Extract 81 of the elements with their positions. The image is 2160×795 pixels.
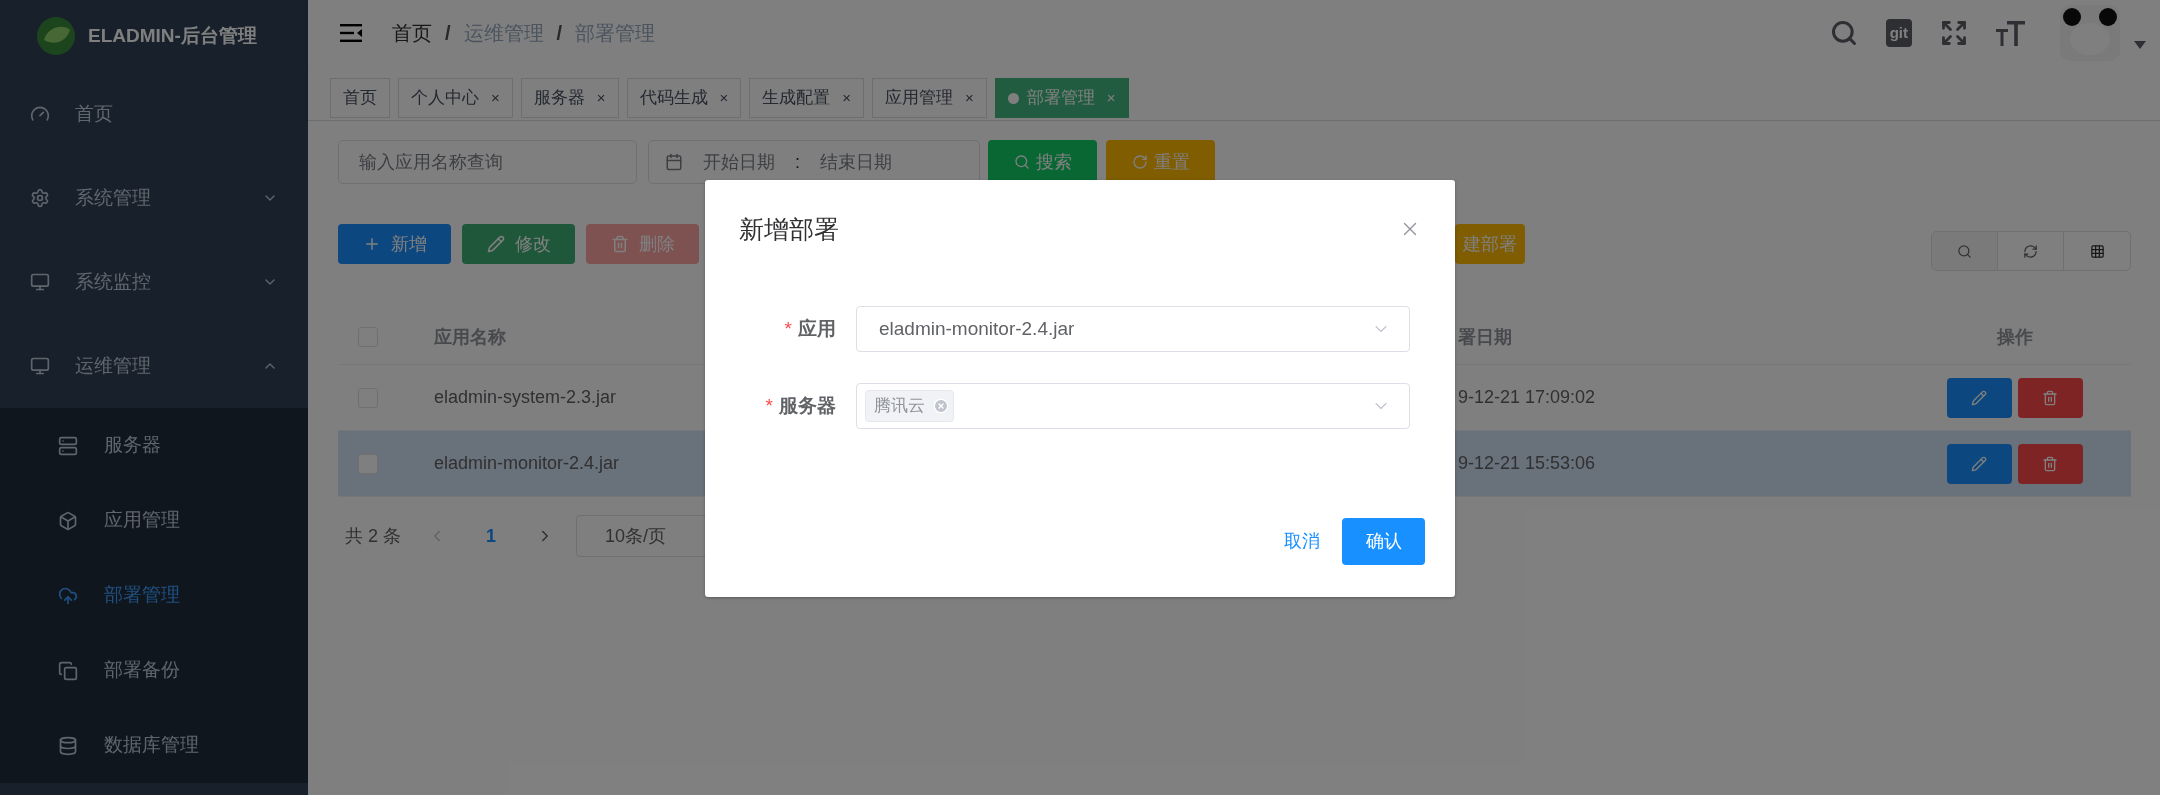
grid-icon [2089, 243, 2105, 259]
calendar-icon [665, 153, 683, 171]
submenu-item[interactable]: 应用管理 [0, 483, 308, 558]
fullscreen-icon[interactable] [1940, 19, 1968, 47]
menu-item[interactable]: 首页 [0, 72, 308, 156]
total-count: 共 2 条 [345, 524, 401, 548]
selected-tag: 腾讯云 [865, 390, 954, 422]
menu-item[interactable]: 运维管理 [0, 324, 308, 408]
logo-icon [36, 16, 76, 56]
copy-icon [58, 660, 78, 681]
logo-text: ELADMIN-后台管理 [88, 23, 257, 48]
close-tag-icon[interactable]: × [596, 86, 606, 110]
search-field[interactable]: 输入应用名称查询 [338, 140, 637, 184]
menu-icon[interactable] [340, 23, 364, 43]
search-icon [1957, 243, 1972, 259]
tag-tab[interactable]: 部署管理 × [994, 78, 1129, 118]
font-size-icon[interactable] [1996, 19, 2026, 47]
remove-tag-icon[interactable] [933, 398, 949, 414]
search-toggle-button[interactable] [1932, 232, 1998, 270]
field-label: 应用 [798, 317, 836, 339]
submenu-item[interactable]: 部署管理 [0, 558, 308, 633]
server-icon [58, 435, 78, 456]
select-field[interactable]: eladmin-monitor-2.4.jar [856, 306, 1410, 352]
database-icon [58, 735, 78, 756]
cancel-button[interactable]: 取消 [1282, 528, 1322, 555]
pencil-icon [1971, 389, 1987, 406]
git-badge[interactable]: git [1885, 19, 1912, 47]
monitor-icon [30, 356, 50, 376]
table-cell: eladmin-system-2.3.jar [434, 387, 617, 407]
submenu-item[interactable]: 服务器 [0, 408, 308, 483]
submenu-item[interactable]: 部署备份 [0, 633, 308, 708]
multi-select-field[interactable]: 腾讯云 [856, 383, 1410, 429]
dialog-title: 新增部署 [739, 214, 839, 244]
menu-item[interactable]: 系统管理 [0, 156, 308, 240]
table-cell: eladmin-monitor-2.4.jar [434, 453, 620, 473]
search-icon [1013, 154, 1030, 170]
add-button[interactable]: 新增 [338, 224, 451, 264]
required-mark: * [784, 317, 792, 339]
end-date-placeholder: 结束日期 [820, 150, 892, 174]
pencil-icon [1971, 455, 1987, 472]
trash-icon [610, 235, 629, 253]
breadcrumb-item[interactable]: 首页 [392, 18, 432, 48]
date-separator: : [795, 150, 800, 174]
submenu-item[interactable]: 数据库管理 [0, 708, 308, 783]
menu-item[interactable]: 系统监控 [0, 240, 308, 324]
table-cell: 9-12-21 15:53:06 [1458, 453, 1596, 473]
delete-row-button[interactable] [2017, 377, 2083, 418]
tag-tab[interactable]: 首页 [330, 78, 390, 118]
trash-icon [2042, 389, 2058, 406]
confirm-button[interactable]: 确认 [1342, 518, 1425, 565]
close-tag-icon[interactable]: × [1106, 86, 1116, 110]
close-tag-icon[interactable]: × [965, 86, 974, 110]
refresh-icon [2023, 243, 2038, 259]
edit-row-button[interactable] [1946, 443, 2012, 484]
table-cell: 9-12-21 17:09:02 [1458, 387, 1596, 407]
box-icon [58, 510, 78, 531]
gear-icon [30, 188, 50, 208]
monitor-icon [30, 272, 50, 292]
edit-row-button[interactable] [1946, 377, 2012, 418]
cloud-upload-icon [58, 585, 78, 606]
caret-icon[interactable] [2134, 41, 2146, 49]
trash-icon [2042, 455, 2058, 472]
tag-tab[interactable]: 应用管理 × [872, 78, 987, 118]
start-date-placeholder: 开始日期 [703, 150, 775, 174]
reset-icon [1131, 154, 1148, 170]
delete-row-button[interactable] [2017, 443, 2083, 484]
close-tag-icon[interactable]: × [491, 86, 500, 110]
tag-tab[interactable]: 代码生成 × [626, 78, 742, 118]
required-mark: * [765, 394, 773, 416]
page-number[interactable]: 1 [486, 522, 497, 550]
tag-tab[interactable]: 生成配置 × [749, 78, 865, 118]
field-label: 服务器 [779, 394, 836, 416]
breadcrumb-separator: / [445, 21, 451, 46]
search-icon[interactable] [1829, 19, 1858, 47]
tag-tab[interactable]: 个人中心 × [398, 78, 513, 118]
gauge-icon [30, 104, 50, 124]
close-tag-icon[interactable]: × [719, 86, 729, 110]
close-tag-icon[interactable]: × [842, 86, 852, 110]
pencil-icon [486, 235, 505, 253]
breadcrumb-separator: / [556, 21, 563, 46]
tag-tab[interactable]: 服务器 × [520, 78, 619, 118]
